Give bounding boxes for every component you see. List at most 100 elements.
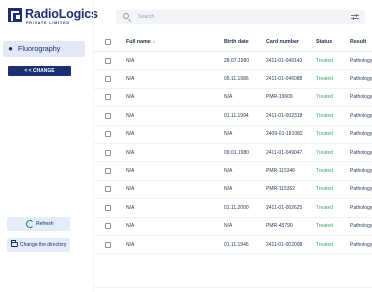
table-row[interactable]: N/A N/A PMR-45790 Treated Pathology (94, 218, 372, 236)
cell-result: Pathology (350, 168, 372, 175)
table-row[interactable]: N/A 01.11.1946 2411-01-002008 Treated Pathol… (94, 236, 372, 255)
cell-result: Pathology (350, 149, 372, 156)
row-checkbox[interactable] (105, 76, 111, 83)
cell-status: Treated (316, 76, 334, 83)
table-body: N/A 28.07.1980 2411-01-049143 Treated Pathol… (94, 52, 372, 255)
cell-card-number: PMR-19609 (266, 94, 293, 101)
column-header-status[interactable]: Status (316, 39, 332, 45)
cell-result: Pathology (350, 241, 372, 248)
row-checkbox[interactable] (105, 241, 111, 248)
table-row[interactable]: N/A 09.01.1980 2411-01-049047 Treated Pathol… (94, 144, 372, 163)
cell-full-name: N/A (126, 131, 135, 138)
cell-result: Pathology (350, 131, 372, 138)
sort-down-icon: ↓ (152, 38, 156, 45)
cell-card-number: PMR-115352 (266, 186, 296, 193)
cell-result: Pathology (350, 223, 372, 230)
table-row[interactable]: N/A N/A PMR-19609 Treated Pathology (94, 89, 372, 108)
table-row[interactable]: N/A 28.07.1980 2411-01-049143 Treated Pathol… (94, 52, 372, 71)
cell-status: Treated (316, 204, 334, 211)
row-checkbox[interactable] (105, 204, 111, 211)
cell-birth-date: N/A (224, 168, 233, 175)
table-row[interactable]: N/A N/A 2409-01-181082 Treated Pathology (94, 126, 372, 144)
table-row[interactable]: N/A N/A PMR-115352 Treated Pathology (94, 181, 372, 200)
change-directory-label: Change the directory (20, 242, 67, 248)
logo-text: RadioLogics (25, 7, 98, 21)
table-row[interactable]: N/A 01.11.1994 2411-01-002318 Treated Pathol… (94, 107, 372, 126)
cell-result: Pathology (350, 186, 372, 193)
column-header-birth-date[interactable]: Birth date (224, 39, 249, 45)
row-checkbox[interactable] (105, 223, 111, 230)
select-all-checkbox[interactable] (105, 38, 111, 45)
app-logo[interactable]: RadioLogics PRIVATE LIMITED (8, 7, 98, 28)
change-modality-button[interactable]: < < CHANGE (8, 66, 71, 76)
cell-full-name: N/A (126, 94, 135, 101)
cell-card-number: 2409-01-181082 (266, 131, 303, 138)
cell-birth-date: N/A (224, 186, 233, 193)
table-bottom-border (94, 287, 372, 288)
cell-card-number: 2411-01-002008 (266, 241, 303, 248)
logo-mark-icon (8, 8, 22, 22)
refresh-button[interactable]: Refresh (7, 217, 70, 231)
row-checkbox[interactable] (105, 57, 111, 64)
table-row[interactable]: N/A 05.11.1986 2411-01-046088 Treated Pathol… (94, 70, 372, 89)
search-bar (116, 10, 365, 24)
cell-card-number: 2411-01-002625 (266, 204, 303, 211)
modality-label: Fluorography (18, 44, 61, 53)
column-header-full-name-label: Full name (126, 38, 151, 45)
refresh-label: Refresh (36, 221, 54, 227)
refresh-icon (26, 220, 34, 228)
cell-birth-date: 01.11.2000 (224, 204, 249, 211)
cell-full-name: N/A (126, 204, 135, 211)
cell-full-name: N/A (126, 186, 135, 193)
cell-full-name: N/A (126, 76, 135, 83)
filter-settings-icon[interactable] (351, 13, 359, 21)
search-input[interactable] (138, 12, 318, 22)
cell-full-name: N/A (126, 168, 135, 175)
column-header-card-number[interactable]: Card number (266, 39, 299, 45)
cell-full-name: N/A (126, 241, 135, 248)
cell-full-name: N/A (126, 149, 135, 156)
cell-result: Pathology (350, 204, 372, 211)
cell-birth-date: N/A (224, 223, 233, 230)
row-checkbox[interactable] (105, 149, 111, 156)
cell-status: Treated (316, 186, 334, 193)
cell-birth-date: 09.01.1980 (224, 149, 250, 156)
row-checkbox[interactable] (105, 131, 111, 138)
table-row[interactable]: N/A N/A PMR-115346 Treated Pathology (94, 162, 372, 181)
cell-full-name: N/A (126, 57, 135, 64)
cell-card-number: 2411-01-049047 (266, 149, 303, 156)
row-checkbox[interactable] (105, 186, 111, 193)
cell-birth-date: N/A (224, 131, 233, 138)
cell-birth-date: 01.11.1994 (224, 112, 249, 119)
cell-birth-date: N/A (224, 94, 233, 101)
cell-status: Treated (316, 168, 334, 175)
cell-birth-date: 05.11.1986 (224, 76, 249, 83)
row-checkbox[interactable] (105, 112, 111, 119)
column-header-full-name[interactable]: Full name ↓ (126, 39, 155, 45)
row-checkbox[interactable] (105, 94, 111, 101)
cell-result: Pathology (350, 76, 372, 83)
patients-table: Full name ↓ Birth date Card number Status… (94, 32, 372, 255)
folder-icon (11, 240, 18, 247)
cell-status: Treated (316, 149, 334, 156)
table-row[interactable]: N/A 01.11.2000 2411-01-002625 Treated Pathol… (94, 199, 372, 218)
row-checkbox[interactable] (105, 168, 111, 175)
cell-status: Treated (316, 131, 334, 138)
cell-birth-date: 28.07.1980 (224, 57, 250, 64)
cell-result: Pathology (350, 57, 372, 64)
cell-result: Pathology (350, 94, 372, 101)
cell-card-number: 2411-01-049143 (266, 57, 303, 64)
cell-full-name: N/A (126, 223, 135, 230)
modality-selector[interactable]: ● Fluorography (3, 41, 85, 57)
cell-status: Treated (316, 241, 334, 248)
cell-birth-date: 01.11.1946 (224, 241, 249, 248)
cell-result: Pathology (350, 112, 372, 119)
modality-icon: ● (8, 44, 13, 53)
logo-subtitle: PRIVATE LIMITED (26, 21, 70, 25)
cell-card-number: 2411-01-046088 (266, 76, 303, 83)
cell-card-number: 2411-01-002318 (266, 112, 303, 119)
change-directory-button[interactable]: Change the directory (7, 238, 70, 252)
cell-card-number: PMR-115346 (266, 168, 296, 175)
column-header-result[interactable]: Result (350, 39, 372, 45)
cell-status: Treated (316, 57, 334, 64)
